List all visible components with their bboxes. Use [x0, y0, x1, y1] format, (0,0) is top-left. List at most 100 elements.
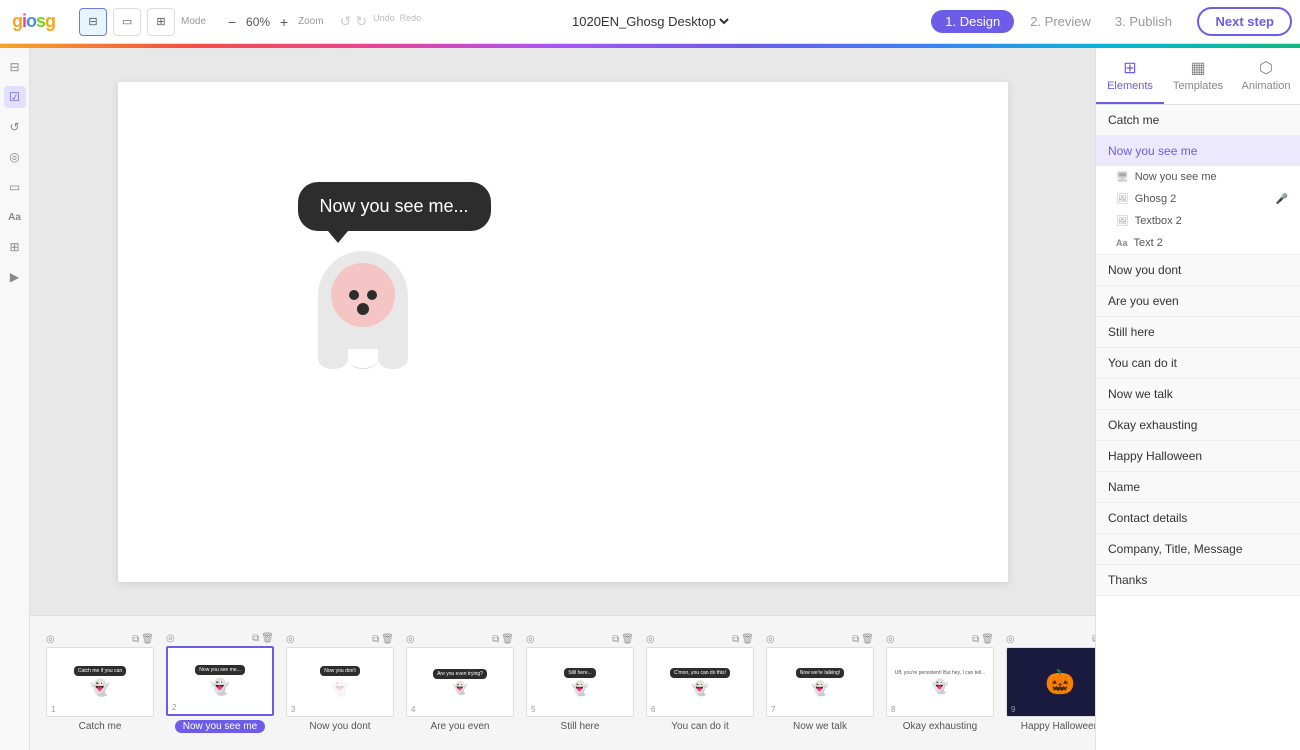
thumb-target-1[interactable]: ◎ [46, 634, 55, 645]
thumb-3[interactable]: Now you don't 👻 3 [286, 647, 394, 717]
tree-header-okay-exhausting[interactable]: Okay exhausting [1096, 410, 1300, 440]
zoom-in-btn[interactable]: + [274, 12, 294, 32]
tab-templates[interactable]: ▦ Templates [1164, 48, 1232, 104]
left-icon-rect[interactable]: ▭ [4, 176, 26, 198]
undo-btn[interactable]: ↺ [340, 13, 352, 30]
left-icon-circle[interactable]: ◎ [4, 146, 26, 168]
thumb-delete-1[interactable]: 🗑 [141, 634, 154, 645]
ghost-tail-1 [318, 349, 348, 369]
mode-btn-3[interactable]: ⊞ [147, 8, 175, 36]
device-selector[interactable]: 1020EN_Ghosg Desktop [568, 13, 732, 30]
thumb-4[interactable]: Are you even trying? 👻 4 [406, 647, 514, 717]
thumb-target-2[interactable]: ◎ [166, 633, 175, 644]
thumb-copy-6[interactable]: ⧉ [732, 634, 739, 645]
mode-btn-2[interactable]: ▭ [113, 8, 141, 36]
step-publish[interactable]: 3. Publish [1107, 10, 1180, 33]
tree-header-now-you-dont[interactable]: Now you dont [1096, 255, 1300, 285]
filmstrip-item-1[interactable]: ◎ ⧉ 🗑 Catch me if you can 👻 1 Catch me [40, 630, 160, 736]
tree-header-are-you-even[interactable]: Are you even [1096, 286, 1300, 316]
thumb-5-bubble: Still here... [564, 668, 596, 678]
tree-header-still-here[interactable]: Still here [1096, 317, 1300, 347]
tree-header-company-title-message[interactable]: Company, Title, Message [1096, 534, 1300, 564]
thumb-delete-7[interactable]: 🗑 [861, 634, 874, 645]
thumb-5[interactable]: Still here... 👻 5 [526, 647, 634, 717]
tree-item-text-2[interactable]: Aa Text 2 [1096, 232, 1300, 254]
thumb-6[interactable]: C'mon, you can do this! 👻 6 [646, 647, 754, 717]
left-icon-text[interactable]: Aa [4, 206, 26, 228]
logo: giosg [12, 11, 55, 32]
ghost-eye-left [349, 290, 359, 300]
thumb-2[interactable]: Now you see me... 👻 2 [166, 646, 274, 716]
thumb-delete-3[interactable]: 🗑 [381, 634, 394, 645]
zoom-group: − 60% + Zoom [222, 12, 324, 32]
left-icon-check[interactable]: ☑ [4, 86, 26, 108]
tree-header-you-can-do-it[interactable]: You can do it [1096, 348, 1300, 378]
ghost-tail-3 [378, 349, 408, 369]
step-preview[interactable]: 2. Preview [1022, 10, 1099, 33]
text-icon: Aa [1116, 238, 1128, 248]
filmstrip-item-6[interactable]: ◎ ⧉ 🗑 C'mon, you can do this! 👻 6 You ca… [640, 630, 760, 736]
filmstrip-item-2[interactable]: ◎ ⧉ 🗑 Now you see me... 👻 2 Now you see … [160, 629, 280, 737]
ghost-figure [318, 251, 491, 351]
thumb-copy-3[interactable]: ⧉ [372, 634, 379, 645]
tab-elements[interactable]: ⊞ Elements [1096, 48, 1164, 104]
tree-header-name[interactable]: Name [1096, 472, 1300, 502]
thumb-target-6[interactable]: ◎ [646, 634, 655, 645]
thumb-copy-4[interactable]: ⧉ [492, 634, 499, 645]
thumb-copy-7[interactable]: ⧉ [852, 634, 859, 645]
filmstrip-item-9[interactable]: ◎ ⧉ 🗑 🎃 9 Happy Halloween [1000, 630, 1095, 736]
image-icon-1: 🖼 [1116, 194, 1129, 205]
thumb-copy-8[interactable]: ⧉ [972, 634, 979, 645]
thumb-delete-5[interactable]: 🗑 [621, 634, 634, 645]
left-icon-undo[interactable]: ↺ [4, 116, 26, 138]
thumb-delete-4[interactable]: 🗑 [501, 634, 514, 645]
thumb-7[interactable]: Now we're talking! 👻 7 [766, 647, 874, 717]
thumb-copy-9[interactable]: ⧉ [1092, 634, 1095, 645]
tree-item-ghosg-2[interactable]: 🖼 Ghosg 2 🎤 [1096, 188, 1300, 210]
next-step-button[interactable]: Next step [1197, 7, 1292, 36]
tree-item-screen[interactable]: 🖥 Now you see me [1096, 166, 1300, 188]
thumb-copy-2[interactable]: ⧉ [252, 633, 259, 644]
thumb-delete-6[interactable]: 🗑 [741, 634, 754, 645]
left-icon-play[interactable]: ▶ [4, 266, 26, 288]
thumb-delete-2[interactable]: 🗑 [261, 633, 274, 644]
thumb-target-5[interactable]: ◎ [526, 634, 535, 645]
tree-header-now-you-see-me[interactable]: Now you see me [1096, 136, 1300, 166]
mode-btn-1[interactable]: ⊟ [79, 8, 107, 36]
step-design[interactable]: 1. Design [931, 10, 1014, 33]
thumb-delete-8[interactable]: 🗑 [981, 634, 994, 645]
thumb-1[interactable]: Catch me if you can 👻 1 [46, 647, 154, 717]
tree-header-contact-details[interactable]: Contact details [1096, 503, 1300, 533]
canvas-frame: Now you see me... [30, 48, 1095, 615]
undo-label: Undo Redo [373, 13, 421, 30]
tree-header-now-we-talk[interactable]: Now we talk [1096, 379, 1300, 409]
filmstrip-item-7[interactable]: ◎ ⧉ 🗑 Now we're talking! 👻 7 Now we talk [760, 630, 880, 736]
tree-section-now-you-see-me: Now you see me 🖥 Now you see me 🖼 Ghosg … [1096, 136, 1300, 255]
tree-item-textbox-2[interactable]: 🖼 Textbox 2 [1096, 210, 1300, 232]
thumb-actions-4: ◎ ⧉ 🗑 [406, 634, 514, 645]
thumb-6-ghost: 👻 [691, 680, 708, 697]
ghost-tail-2 [348, 349, 378, 369]
filmstrip-item-8[interactable]: ◎ ⧉ 🗑 Uff, you're persistent! But hey, I… [880, 630, 1000, 736]
thumb-target-8[interactable]: ◎ [886, 634, 895, 645]
left-icon-media[interactable]: ⊞ [4, 236, 26, 258]
thumb-copy-5[interactable]: ⧉ [612, 634, 619, 645]
thumb-8[interactable]: Uff, you're persistent! But hey, I can t… [886, 647, 994, 717]
animation-icon: ⬡ [1259, 58, 1273, 78]
left-icon-grid[interactable]: ⊟ [4, 56, 26, 78]
tree-header-catch-me[interactable]: Catch me [1096, 105, 1300, 135]
zoom-out-btn[interactable]: − [222, 12, 242, 32]
tree-header-thanks[interactable]: Thanks [1096, 565, 1300, 595]
filmstrip-item-3[interactable]: ◎ ⧉ 🗑 Now you don't 👻 3 Now you dont [280, 630, 400, 736]
thumb-target-3[interactable]: ◎ [286, 634, 295, 645]
tree-header-happy-halloween[interactable]: Happy Halloween [1096, 441, 1300, 471]
thumb-target-4[interactable]: ◎ [406, 634, 415, 645]
thumb-target-9[interactable]: ◎ [1006, 634, 1015, 645]
thumb-9[interactable]: 🎃 9 [1006, 647, 1095, 717]
filmstrip-item-5[interactable]: ◎ ⧉ 🗑 Still here... 👻 5 Still here [520, 630, 640, 736]
thumb-copy-1[interactable]: ⧉ [132, 634, 139, 645]
tab-animation[interactable]: ⬡ Animation [1232, 48, 1300, 104]
redo-btn[interactable]: ↻ [355, 13, 367, 30]
filmstrip-item-4[interactable]: ◎ ⧉ 🗑 Are you even trying? 👻 4 Are you e… [400, 630, 520, 736]
thumb-target-7[interactable]: ◎ [766, 634, 775, 645]
